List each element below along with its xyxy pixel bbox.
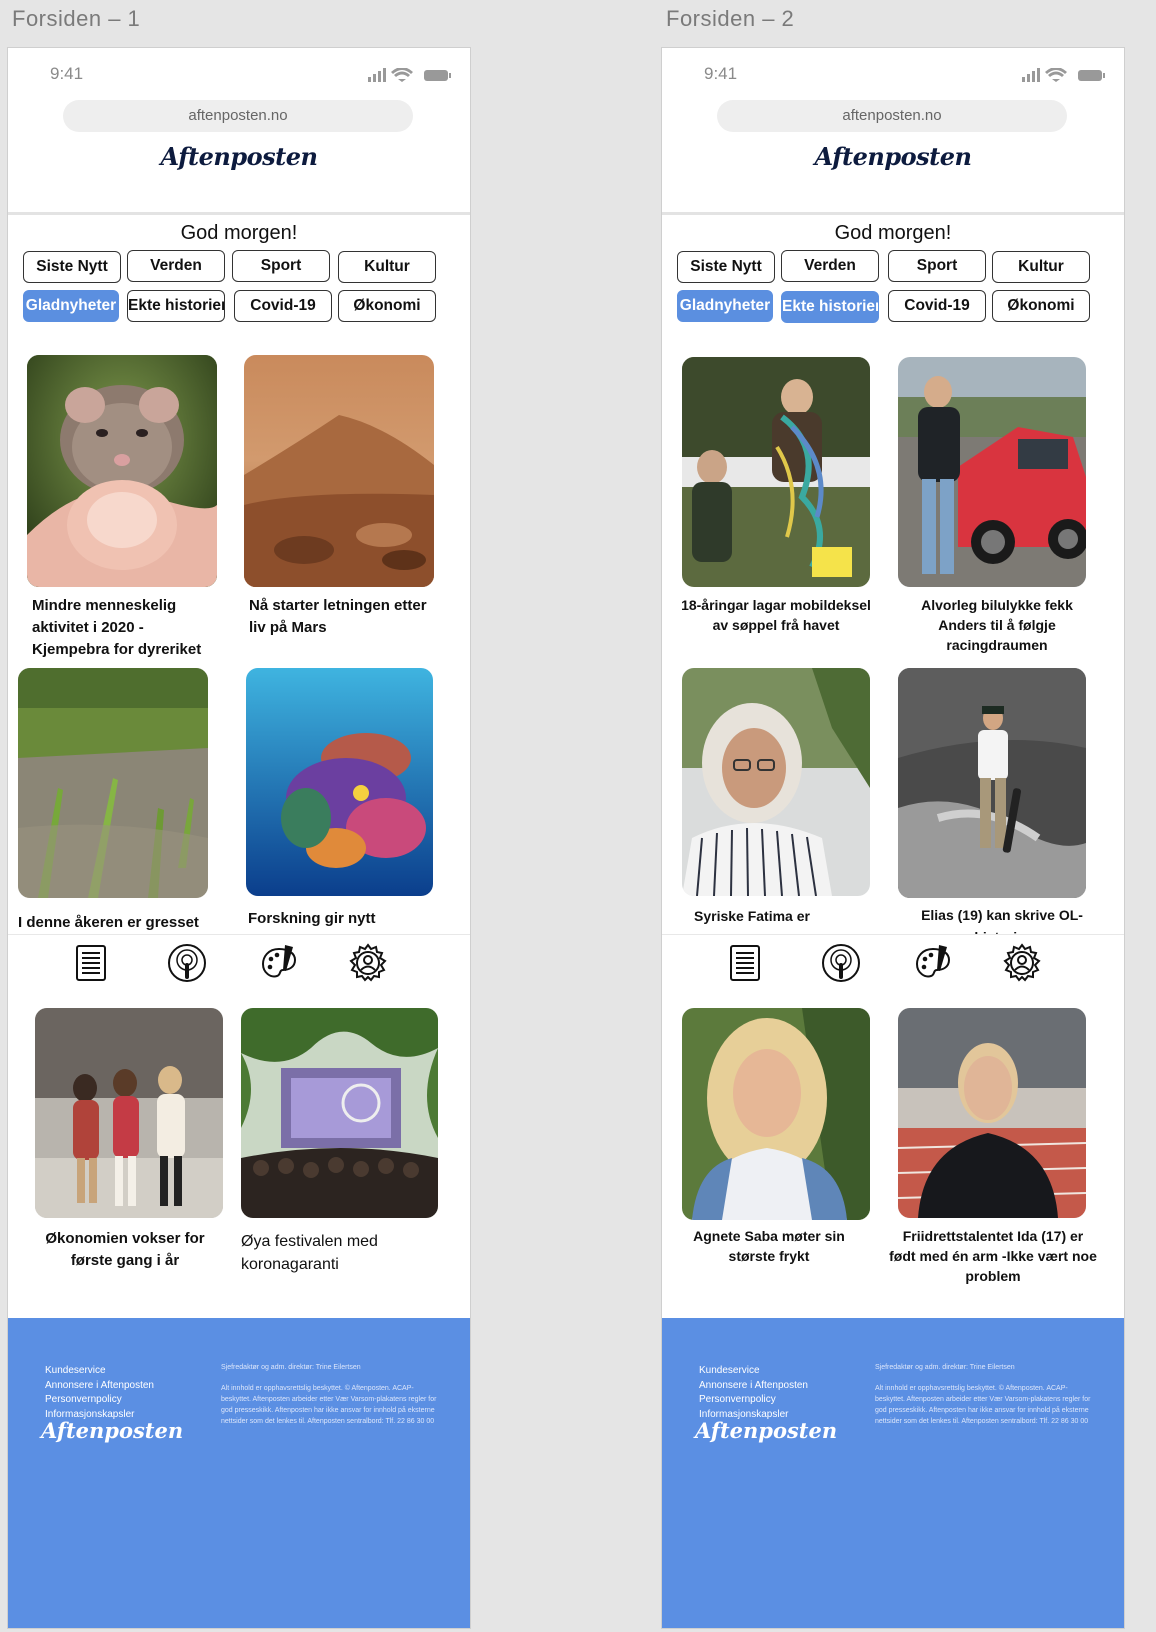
footer-logo[interactable]: Aftenposten [695,1418,837,1443]
article-card[interactable]: Alvorleg bilulykke fekk Anders til å føl… [898,357,1098,657]
footer-legal: Sjefredaktør og adm. direktør: Trine Eil… [875,1362,1095,1437]
header-divider [8,212,470,215]
article-image-baby-mouse [27,355,217,587]
footer-link-kundeservice[interactable]: Kundeservice [699,1364,808,1379]
article-card[interactable]: Forskning gir nytt [246,668,436,958]
podcast-icon[interactable] [167,943,207,983]
url-bar[interactable]: aftenposten.no [63,100,413,132]
footer-editor: Sjefredaktør og adm. direktør: Trine Eil… [221,1364,361,1371]
phone-frame-2: 9:41 aftenposten.no Aftenposten God morg… [661,47,1125,1629]
footer: Kundeservice Annonsere i Aftenposten Per… [662,1318,1124,1628]
status-time: 9:41 [50,64,84,83]
podcast-icon[interactable] [821,943,861,983]
article-title[interactable]: Forskning gir nytt [248,908,438,930]
status-time: 9:41 [704,64,738,83]
article-card[interactable]: Mindre menneskelig aktivitet i 2020 - Kj… [27,355,217,665]
article-card[interactable]: Nå starter letningen etter liv på Mars [244,355,434,655]
article-image-coral-reef [246,668,433,896]
article-image-skateboarder [898,668,1086,898]
article-image-festival [241,1008,438,1218]
header-divider [662,212,1124,215]
article-card[interactable]: Friidrettstalentet Ida (17) er født med … [889,1008,1108,1298]
footer-link-personvernpolicy[interactable]: Personvernpolicy [45,1393,154,1408]
footer: Kundeservice Annonsere i Aftenposten Per… [8,1318,470,1628]
footer-legal-text: Alt innhold er opphavsrettslig beskyttet… [221,1385,437,1425]
frame-title: Forsiden – 2 [666,6,795,31]
article-title[interactable]: Økonomien vokser for første gang i år [35,1228,215,1272]
category-covid-19[interactable]: Covid-19 [234,290,332,322]
article-title[interactable]: Øya festivalen med koronagaranti [241,1230,441,1276]
category-gladnyheter[interactable]: Gladnyheter [677,290,773,322]
category-verden[interactable]: Verden [127,250,225,282]
article-card[interactable]: Elias (19) kan skrive OL-historie: [898,668,1108,958]
footer-link-kundeservice[interactable]: Kundeservice [45,1364,154,1379]
footer-logo[interactable]: Aftenposten [41,1418,183,1443]
category-ekte-historier[interactable]: Ekte historier [781,291,879,323]
category-kultur[interactable]: Kultur [338,251,436,283]
footer-links: Kundeservice Annonsere i Aftenposten Per… [45,1364,154,1422]
category-siste-nytt[interactable]: Siste Nytt [677,251,775,283]
category-okonomi[interactable]: Økonomi [992,290,1090,322]
article-card[interactable]: Økonomien vokser for første gang i år [35,1008,225,1288]
category-gladnyheter[interactable]: Gladnyheter [23,290,119,322]
phone-frame-1: 9:41 aftenposten.no Aftenposten God morg… [7,47,471,1629]
category-okonomi[interactable]: Økonomi [338,290,436,322]
footer-link-annonsere[interactable]: Annonsere i Aftenposten [699,1379,808,1394]
article-image-blonde-woman [682,1008,870,1220]
palette-icon[interactable] [259,943,299,983]
profile-settings-icon[interactable] [348,943,388,983]
article-image-mars-landscape [244,355,434,587]
status-bar: 9:41 [8,48,470,96]
article-card[interactable]: Øya festivalen med koronagaranti [241,1008,441,1298]
url-bar[interactable]: aftenposten.no [717,100,1067,132]
article-title[interactable]: Agnete Saba møter sin største frykt [674,1226,864,1266]
article-image-field [18,668,208,898]
aftenposten-logo[interactable]: Aftenposten [8,142,470,171]
articles-icon[interactable] [725,943,765,983]
status-bar: 9:41 [662,48,1124,96]
article-title[interactable]: Friidrettstalentet Ida (17) er født med … [888,1226,1098,1286]
category-sport[interactable]: Sport [232,250,330,282]
category-covid-19[interactable]: Covid-19 [888,290,986,322]
palette-icon[interactable] [913,943,953,983]
category-sport[interactable]: Sport [888,250,986,282]
category-ekte-historier[interactable]: Ekte historier [127,290,225,322]
frame-title: Forsiden – 1 [12,6,141,31]
category-kultur[interactable]: Kultur [992,251,1090,283]
status-icons [368,68,451,82]
tab-bar [8,934,470,1004]
category-verden[interactable]: Verden [781,250,879,282]
article-image-man-red-car [898,357,1086,587]
tab-bar [662,934,1124,1004]
article-title[interactable]: Nå starter letningen etter liv på Mars [249,595,429,639]
footer-editor: Sjefredaktør og adm. direktør: Trine Eil… [875,1364,1015,1371]
footer-link-annonsere[interactable]: Annonsere i Aftenposten [45,1379,154,1394]
article-card[interactable]: 18-åringar lagar mobildeksel av søppel f… [681,357,882,657]
footer-legal: Sjefredaktør og adm. direktør: Trine Eil… [221,1362,441,1437]
article-image-street [35,1008,223,1218]
article-title[interactable]: Syriske Fatima er [694,905,874,927]
status-icons [1022,68,1105,82]
footer-legal-text: Alt innhold er opphavsrettslig beskyttet… [875,1385,1091,1425]
article-title[interactable]: Mindre menneskelig aktivitet i 2020 - Kj… [32,595,212,661]
article-title[interactable]: 18-åringar lagar mobildeksel av søppel f… [676,595,876,635]
article-card[interactable]: Syriske Fatima er [682,668,872,958]
greeting: God morgen! [180,222,298,244]
article-title[interactable]: Alvorleg bilulykke fekk Anders til å føl… [896,595,1098,655]
footer-link-personvernpolicy[interactable]: Personvernpolicy [699,1393,808,1408]
article-card[interactable]: Agnete Saba møter sin største frykt [682,1008,882,1288]
article-image-students-ropes [682,357,870,587]
article-image-athlete-track [898,1008,1086,1218]
footer-links: Kundeservice Annonsere i Aftenposten Per… [699,1364,808,1422]
greeting: God morgen! [834,222,952,244]
article-card[interactable]: I denne åkeren er gresset [18,668,208,958]
profile-settings-icon[interactable] [1002,943,1042,983]
article-image-woman-hijab [682,668,870,896]
article-title[interactable]: I denne åkeren er gresset [18,912,218,934]
aftenposten-logo[interactable]: Aftenposten [662,142,1124,171]
category-siste-nytt[interactable]: Siste Nytt [23,251,121,283]
articles-icon[interactable] [71,943,111,983]
